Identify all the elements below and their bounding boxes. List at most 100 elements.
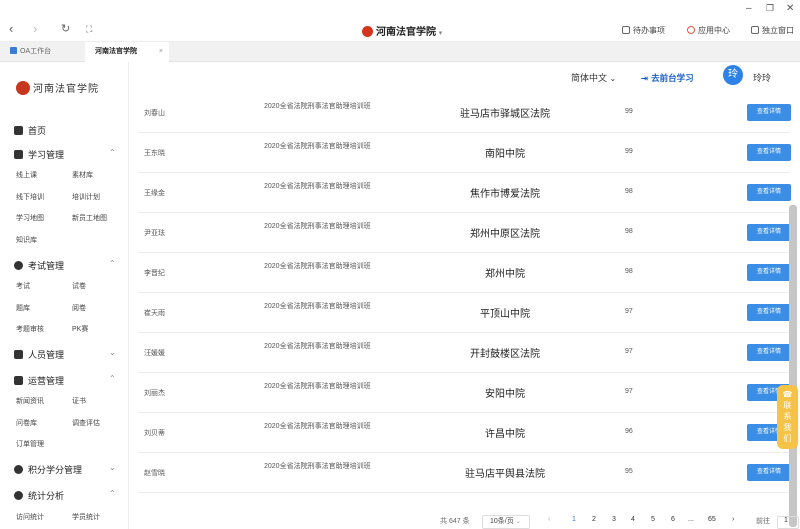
sidebar-item-operations[interactable]: 运营管理 ⌃ <box>14 374 116 387</box>
class-name: 2020全省法院刑事法官助理培训班 <box>264 463 371 470</box>
class-name: 2020全省法院刑事法官助理培训班 <box>264 143 371 150</box>
chevron-down-icon: ⌄ <box>515 519 521 525</box>
view-details-button[interactable]: 查看详情 <box>747 264 791 281</box>
page-ellipsis[interactable]: ... <box>688 516 694 523</box>
sidebar-subitem[interactable]: 学习地图 <box>16 213 44 223</box>
sidebar-item-credits[interactable]: 积分学分管理 ⌄ <box>14 463 116 476</box>
sidebar-subitem[interactable]: 线上课 <box>16 170 37 180</box>
title-bar: ‹ › ↻ ⛶ 河南法官学院 ▾ 待办事项 应用中心 独立窗口 – ❐ ✕ <box>0 0 800 42</box>
sidebar-subitem[interactable]: 题库 <box>16 303 30 313</box>
sidebar-subitem[interactable]: 素材库 <box>72 170 93 180</box>
class-name: 2020全省法院刑事法官助理培训班 <box>264 303 371 310</box>
court-seal-icon <box>362 26 373 37</box>
caret-down-icon: ▾ <box>438 30 443 37</box>
student-name: 崔天雨 <box>144 310 165 317</box>
prev-page-icon[interactable]: ‹ <box>548 516 550 523</box>
contact-us-button[interactable]: ☎ 联系我们 <box>777 385 798 449</box>
window-title[interactable]: 河南法官学院 ▾ <box>362 23 442 38</box>
page-5[interactable]: 5 <box>651 516 655 523</box>
sidebar-item-stats[interactable]: 统计分析 ⌃ <box>14 489 116 502</box>
sidebar-subitem[interactable]: 阅卷 <box>72 303 86 313</box>
tab-oa[interactable]: OA工作台 <box>0 42 85 62</box>
sidebar-subitem[interactable]: 线下培训 <box>16 192 44 202</box>
goto-page-input[interactable]: 1 <box>777 516 799 529</box>
language-select[interactable]: 简体中文 ⌄ <box>571 71 616 84</box>
sidebar-item-learning[interactable]: 学习管理 ⌃ <box>14 148 116 161</box>
sidebar-item-exam[interactable]: 考试管理 ⌃ <box>14 259 116 272</box>
student-name: 王缘金 <box>144 190 165 197</box>
score: 99 <box>625 148 633 155</box>
sidebar-item-home[interactable]: 首页 <box>14 124 46 137</box>
sidebar-subitem[interactable]: 新闻资讯 <box>16 396 44 406</box>
sidebar-subitem[interactable]: 访问统计 <box>16 512 44 522</box>
sidebar-subitem[interactable]: 知识库 <box>16 235 37 245</box>
sidebar-subitem[interactable]: 订单管理 <box>16 439 44 449</box>
logo[interactable]: 河南法官学院 <box>16 80 99 95</box>
sidebar-subitem[interactable]: 培训计划 <box>72 192 100 202</box>
next-page-icon[interactable]: › <box>732 516 734 523</box>
enter-icon: ⇥ <box>641 73 649 83</box>
page-1[interactable]: 1 <box>572 516 576 523</box>
class-name: 2020全省法院刑事法官助理培训班 <box>264 103 371 110</box>
username[interactable]: 玲玲 <box>753 71 771 84</box>
goto-label: 前往 <box>756 518 770 525</box>
fullscreen-icon[interactable]: ⛶ <box>86 24 92 35</box>
operations-icon <box>14 376 23 385</box>
court-name: 郑州中原区法院 <box>470 229 540 240</box>
sidebar-subitem[interactable]: 问卷库 <box>16 418 37 428</box>
sidebar-subitem[interactable]: 学员统计 <box>72 512 100 522</box>
table-row: 尹亚珐 2020全省法院刑事法官助理培训班 郑州中原区法院 98 查看详情 <box>138 213 791 253</box>
restore-icon[interactable]: ❐ <box>766 3 774 14</box>
sidebar-subitem[interactable]: 证书 <box>72 396 86 406</box>
class-name: 2020全省法院刑事法官助理培训班 <box>264 423 371 430</box>
chevron-up-icon: ⌃ <box>109 489 116 498</box>
front-learning-link[interactable]: ⇥ 去前台学习 <box>641 72 694 84</box>
view-details-button[interactable]: 查看详情 <box>747 224 791 241</box>
close-tab-icon[interactable]: × <box>159 42 163 62</box>
page-size-select[interactable]: 10条/页 ⌄ <box>482 515 530 529</box>
sidebar-subitem[interactable]: 调查评估 <box>72 418 100 428</box>
view-details-button[interactable]: 查看详情 <box>747 344 791 361</box>
view-details-button[interactable]: 查看详情 <box>747 304 791 321</box>
back-icon[interactable]: ‹ <box>9 21 13 36</box>
class-name: 2020全省法院刑事法官助理培训班 <box>264 223 371 230</box>
top-header: 简体中文 ⌄ ⇥ 去前台学习 玲 玲玲 <box>130 62 800 92</box>
score: 99 <box>625 108 633 115</box>
avatar[interactable]: 玲 <box>723 65 743 85</box>
sidebar-subitem[interactable]: 新员工地图 <box>72 213 107 223</box>
view-details-button[interactable]: 查看详情 <box>747 144 791 161</box>
refresh-icon[interactable]: ↻ <box>61 22 70 35</box>
scrollbar[interactable] <box>789 205 797 527</box>
graduation-cap-icon <box>14 150 23 159</box>
minimize-icon[interactable]: – <box>746 3 752 14</box>
view-details-button[interactable]: 查看详情 <box>747 184 791 201</box>
sidebar-subitem[interactable]: 试卷 <box>72 281 86 291</box>
forward-icon[interactable]: › <box>33 21 37 36</box>
chevron-down-icon: ⌄ <box>109 348 116 357</box>
court-name: 开封鼓楼区法院 <box>470 349 540 360</box>
sidebar-item-people[interactable]: 人员管理 ⌄ <box>14 348 116 361</box>
sidebar-subitem[interactable]: 考试 <box>16 281 30 291</box>
sidebar-subitem[interactable]: PK赛 <box>72 324 88 334</box>
tab-court-academy[interactable]: 河南法官学院 × <box>85 42 169 62</box>
chevron-up-icon: ⌃ <box>109 259 116 268</box>
page-3[interactable]: 3 <box>612 516 616 523</box>
chat-icon: ☎ <box>782 390 793 399</box>
todo-button[interactable]: 待办事项 <box>622 25 665 36</box>
class-name: 2020全省法院刑事法官助理培训班 <box>264 263 371 270</box>
view-details-button[interactable]: 查看详情 <box>747 464 791 481</box>
page-6[interactable]: 6 <box>671 516 675 523</box>
court-name: 平顶山中院 <box>480 309 530 320</box>
page-2[interactable]: 2 <box>592 516 596 523</box>
student-name: 赵雪晓 <box>144 470 165 477</box>
page-4[interactable]: 4 <box>631 516 635 523</box>
app-center-button[interactable]: 应用中心 <box>687 25 730 36</box>
close-window-icon[interactable]: ✕ <box>786 3 794 14</box>
standalone-window-button[interactable]: 独立窗口 <box>751 25 794 36</box>
view-details-button[interactable]: 查看详情 <box>747 104 791 121</box>
sidebar-subitem[interactable]: 考题审核 <box>16 324 44 334</box>
total-count: 共 647 条 <box>440 518 470 525</box>
chevron-down-icon: ⌄ <box>109 463 116 472</box>
results-table: 刘春山 2020全省法院刑事法官助理培训班 驻马店市驿城区法院 99 查看详情 … <box>138 93 791 513</box>
page-65[interactable]: 65 <box>708 516 716 523</box>
